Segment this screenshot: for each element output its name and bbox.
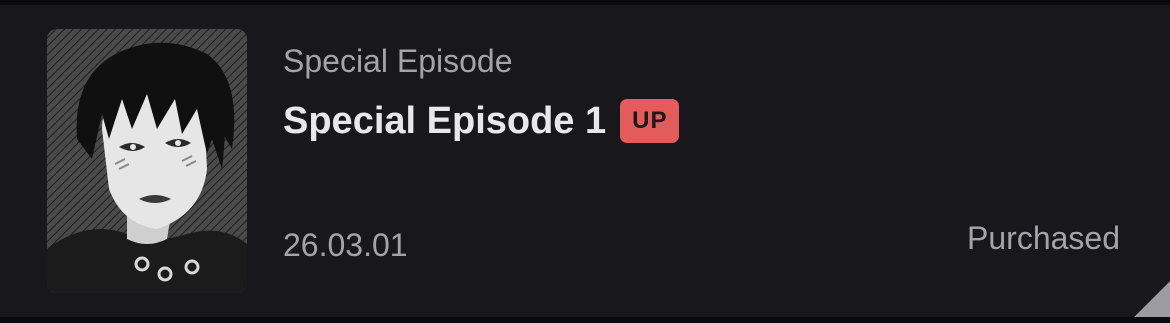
bottom-divider	[0, 317, 1170, 323]
manga-character-thumbnail-icon	[47, 29, 247, 293]
release-date: 26.03.01	[283, 227, 408, 263]
episode-title-line: Special Episode 1 UP	[283, 98, 680, 144]
up-badge: UP	[620, 99, 680, 143]
episode-thumbnail	[47, 29, 247, 293]
episode-list-item[interactable]: Special Episode Special Episode 1 UP 26.…	[0, 5, 1170, 317]
purchase-status: Purchased	[967, 220, 1120, 256]
series-label: Special Episode	[283, 43, 513, 79]
corner-fold-icon	[1134, 281, 1170, 317]
episode-title: Special Episode 1	[283, 99, 607, 142]
